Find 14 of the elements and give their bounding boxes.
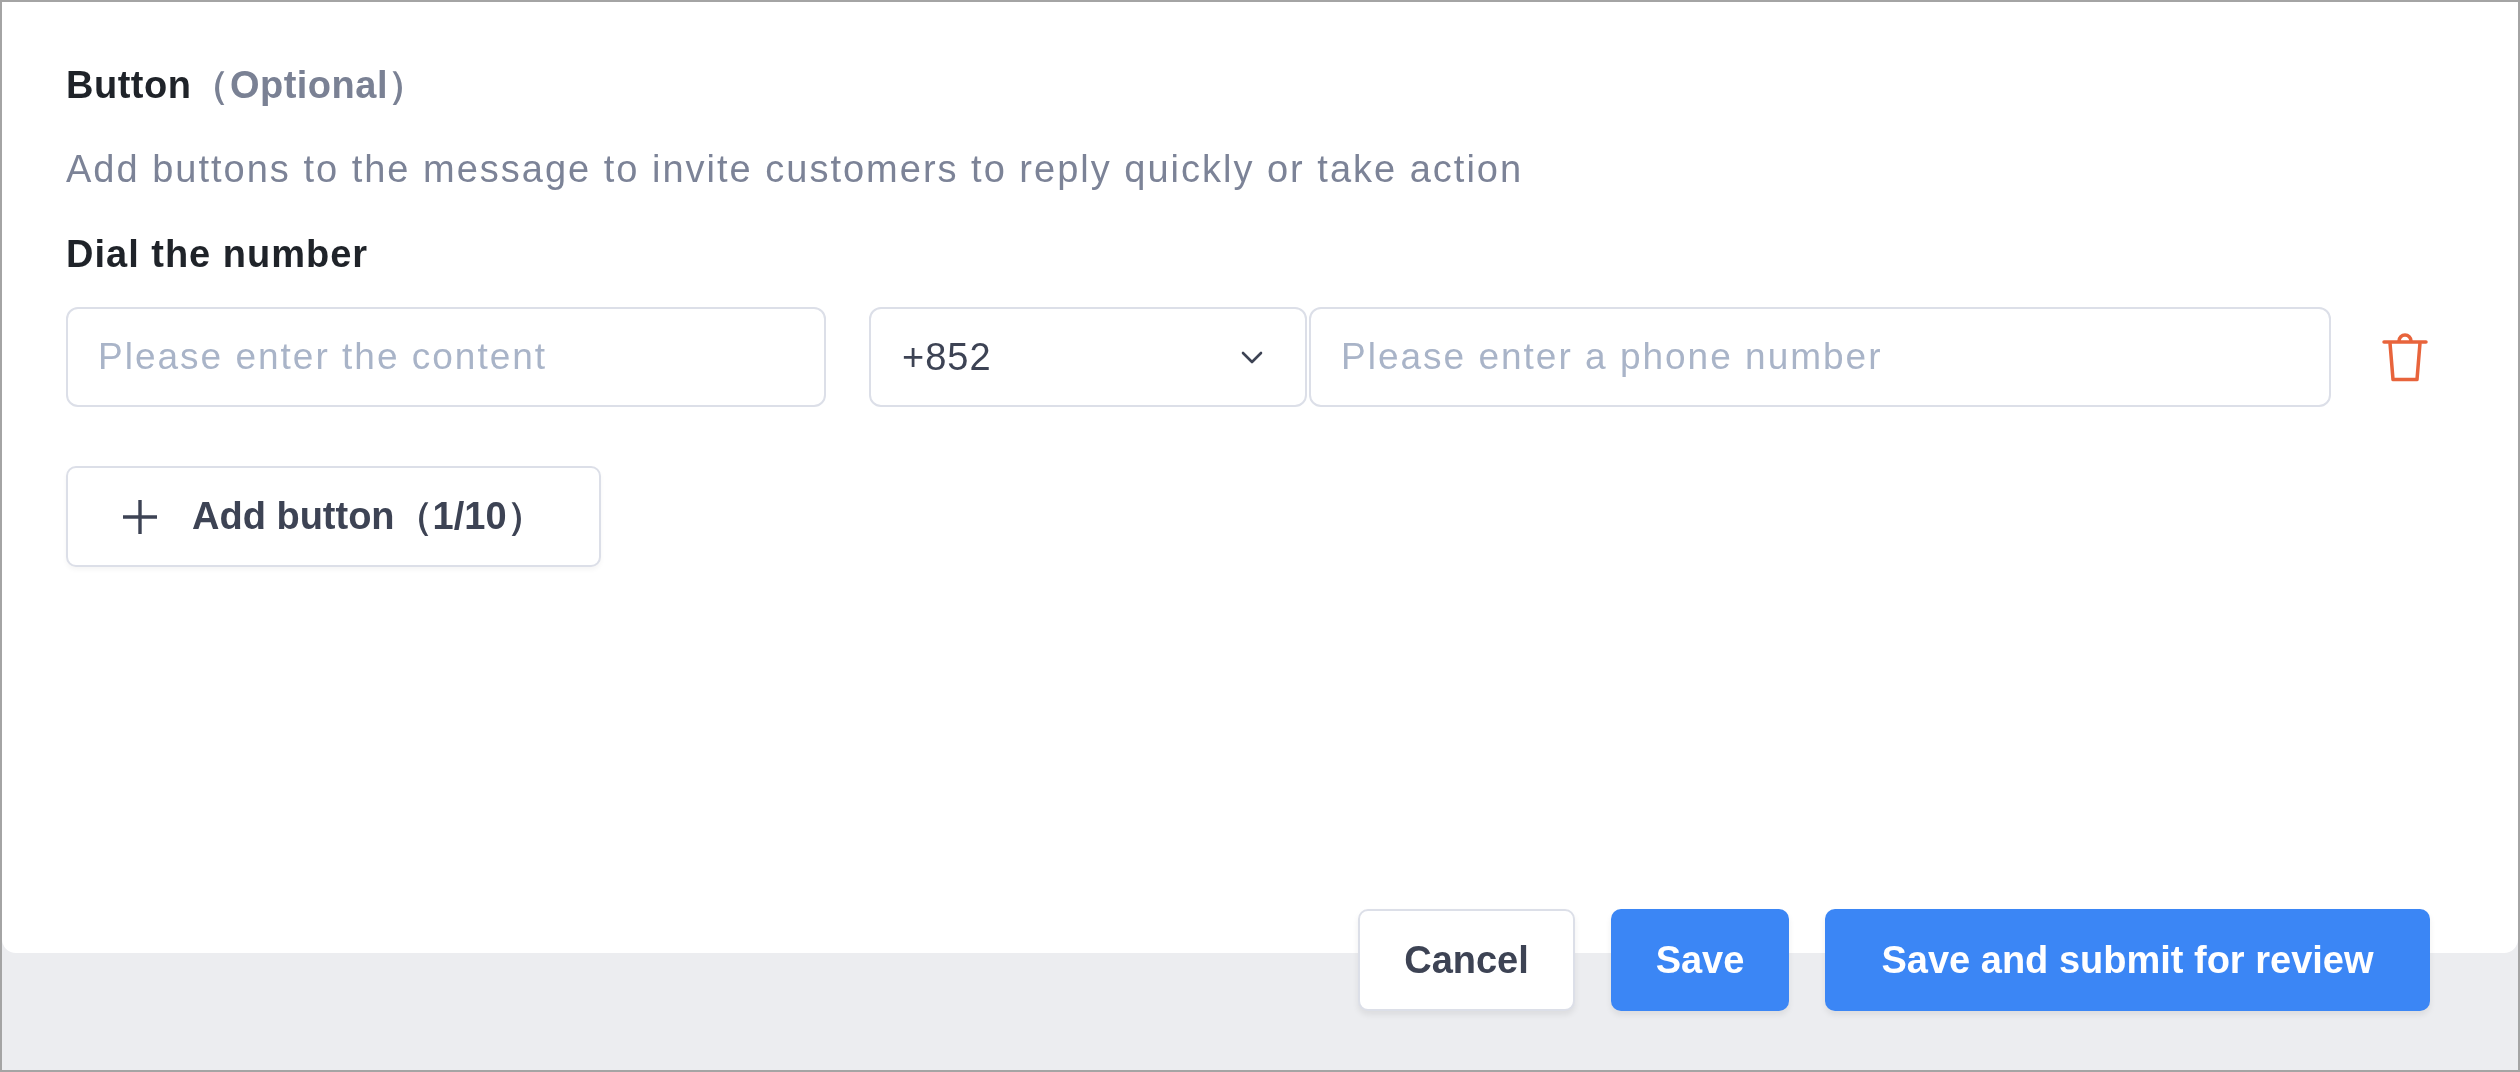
save-button[interactable]: Save [1611, 909, 1789, 1011]
chevron-down-icon [1241, 350, 1263, 364]
optional-note: （Optional） [191, 63, 427, 108]
section-title: Button [66, 63, 192, 108]
section-description: Add buttons to the message to invite customers to reply quickly or take action [66, 147, 1525, 192]
add-button[interactable]: Add button（1/10） [66, 466, 601, 567]
content-input[interactable]: Please enter the content [66, 307, 826, 407]
plus-icon [122, 498, 158, 535]
field-label: Dial the number [66, 232, 370, 277]
trash-icon[interactable] [2382, 332, 2428, 382]
country-code-select[interactable]: +852 [869, 307, 1307, 407]
phone-input[interactable]: Please enter a phone number [1309, 307, 2331, 407]
submit-button[interactable]: Save and submit for review [1825, 909, 2430, 1011]
cancel-button[interactable]: Cancel [1358, 909, 1575, 1011]
